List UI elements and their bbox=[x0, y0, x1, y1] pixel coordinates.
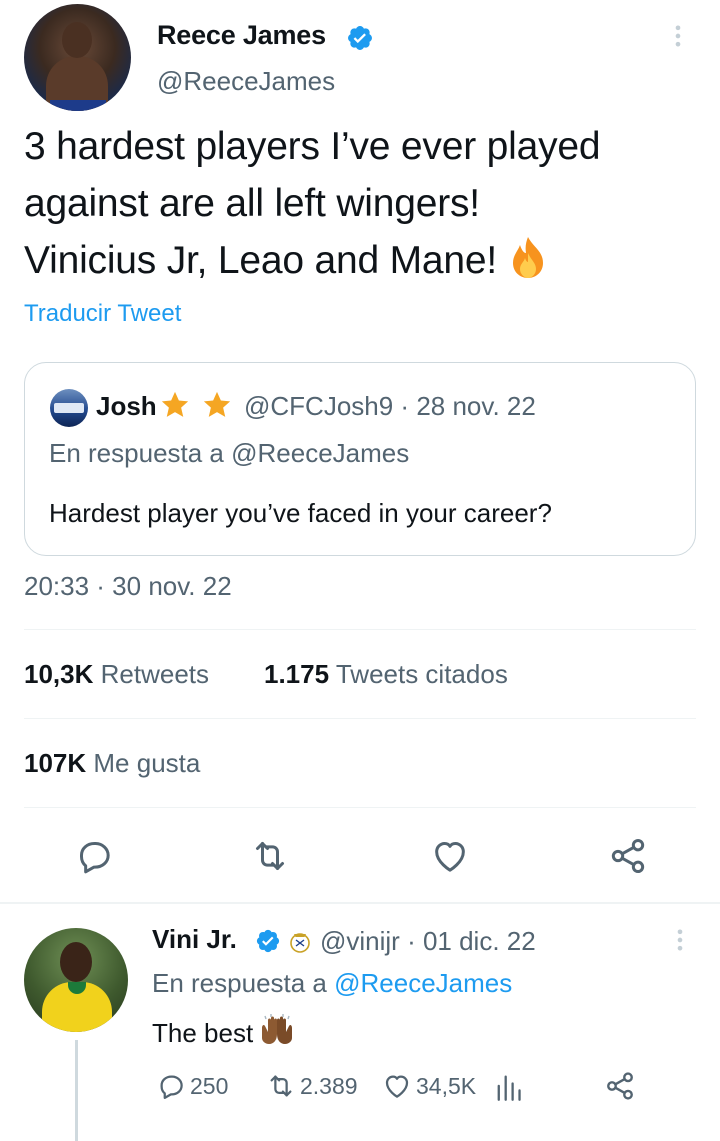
quotes-count: 1.175 bbox=[264, 659, 330, 689]
reply-count: 250 bbox=[190, 1072, 229, 1099]
reply-text: The best bbox=[152, 1014, 295, 1049]
reply-context-prefix: En respuesta a bbox=[152, 968, 327, 998]
author-name[interactable]: Reece James bbox=[157, 20, 326, 51]
tweet-timestamp[interactable]: 20:33 · 30 nov. 22 bbox=[24, 571, 232, 602]
analytics-icon[interactable] bbox=[494, 1072, 522, 1102]
divider bbox=[24, 629, 696, 630]
retweets-stat[interactable]: 10,3K Retweets bbox=[24, 659, 209, 690]
retweet-icon bbox=[270, 1075, 292, 1097]
reply-handle-date: @vinijr · 01 dic. 22 bbox=[320, 926, 536, 956]
star-emoji-icon bbox=[203, 391, 231, 417]
reply-context: En respuesta a @ReeceJames bbox=[152, 968, 512, 999]
reply-author-name[interactable]: Vini Jr. bbox=[152, 924, 237, 955]
retweet-count: 2.389 bbox=[300, 1072, 358, 1099]
quotes-label: Tweets citados bbox=[335, 659, 508, 689]
verified-badge-icon bbox=[348, 26, 372, 50]
likes-label: Me gusta bbox=[93, 748, 201, 778]
heart-icon bbox=[385, 1075, 409, 1098]
quoted-tweet-text: Hardest player you’ve faced in your care… bbox=[49, 498, 552, 528]
quoted-author-name: Josh bbox=[96, 391, 157, 421]
quoted-author-avatar bbox=[50, 389, 88, 427]
likes-stat[interactable]: 107K Me gusta bbox=[24, 748, 200, 779]
retweets-label: Retweets bbox=[100, 659, 210, 689]
divider bbox=[24, 807, 696, 808]
heart-icon[interactable] bbox=[430, 836, 470, 876]
like-count: 34,5K bbox=[416, 1072, 477, 1099]
thread-line bbox=[75, 1040, 78, 1141]
quoted-handle-date: @CFCJosh9 · 28 nov. 22 bbox=[244, 391, 536, 421]
retweets-count: 10,3K bbox=[24, 659, 94, 689]
divider bbox=[24, 718, 696, 719]
raised-hands-emoji-icon bbox=[262, 1014, 293, 1044]
tweet-text-line: against are all left wingers! bbox=[24, 182, 480, 225]
section-separator bbox=[0, 902, 720, 904]
reply-icon[interactable] bbox=[74, 836, 114, 876]
more-vertical-icon[interactable] bbox=[664, 22, 692, 50]
tweet-text-line: Vinicius Jr, Leao and Mane! bbox=[24, 239, 498, 282]
reply-retweet-button[interactable]: 2.389 bbox=[266, 1070, 358, 1102]
quoted-reply-context: En respuesta a @ReeceJames bbox=[49, 438, 410, 468]
translate-tweet-link[interactable]: Traducir Tweet bbox=[24, 300, 181, 328]
reply-text-content: The best bbox=[152, 1018, 254, 1048]
more-vertical-icon[interactable] bbox=[666, 926, 694, 954]
club-crest-badge-icon bbox=[290, 933, 310, 953]
likes-count: 107K bbox=[24, 748, 87, 778]
tweet-text-line: 3 hardest players I’ve ever played bbox=[24, 125, 601, 168]
quote-tweets-stat[interactable]: 1.175 Tweets citados bbox=[264, 659, 508, 690]
fire-emoji-icon bbox=[513, 237, 544, 278]
star-emoji-icon bbox=[161, 391, 189, 417]
reply-mention-link[interactable]: @ReeceJames bbox=[334, 968, 512, 998]
verified-badge-icon bbox=[256, 929, 280, 953]
author-handle[interactable]: @ReeceJames bbox=[157, 66, 335, 97]
share-icon[interactable] bbox=[608, 836, 648, 876]
retweet-icon[interactable] bbox=[250, 836, 290, 876]
reply-author-avatar[interactable] bbox=[24, 928, 128, 1032]
tweet-text: 3 hardest players I’ve ever played again… bbox=[24, 118, 704, 289]
reply-like-button[interactable]: 34,5K bbox=[382, 1070, 476, 1102]
author-avatar[interactable] bbox=[24, 4, 131, 111]
reply-icon bbox=[160, 1075, 183, 1099]
share-icon[interactable] bbox=[604, 1070, 636, 1102]
reply-reply-button[interactable]: 250 bbox=[156, 1070, 228, 1102]
